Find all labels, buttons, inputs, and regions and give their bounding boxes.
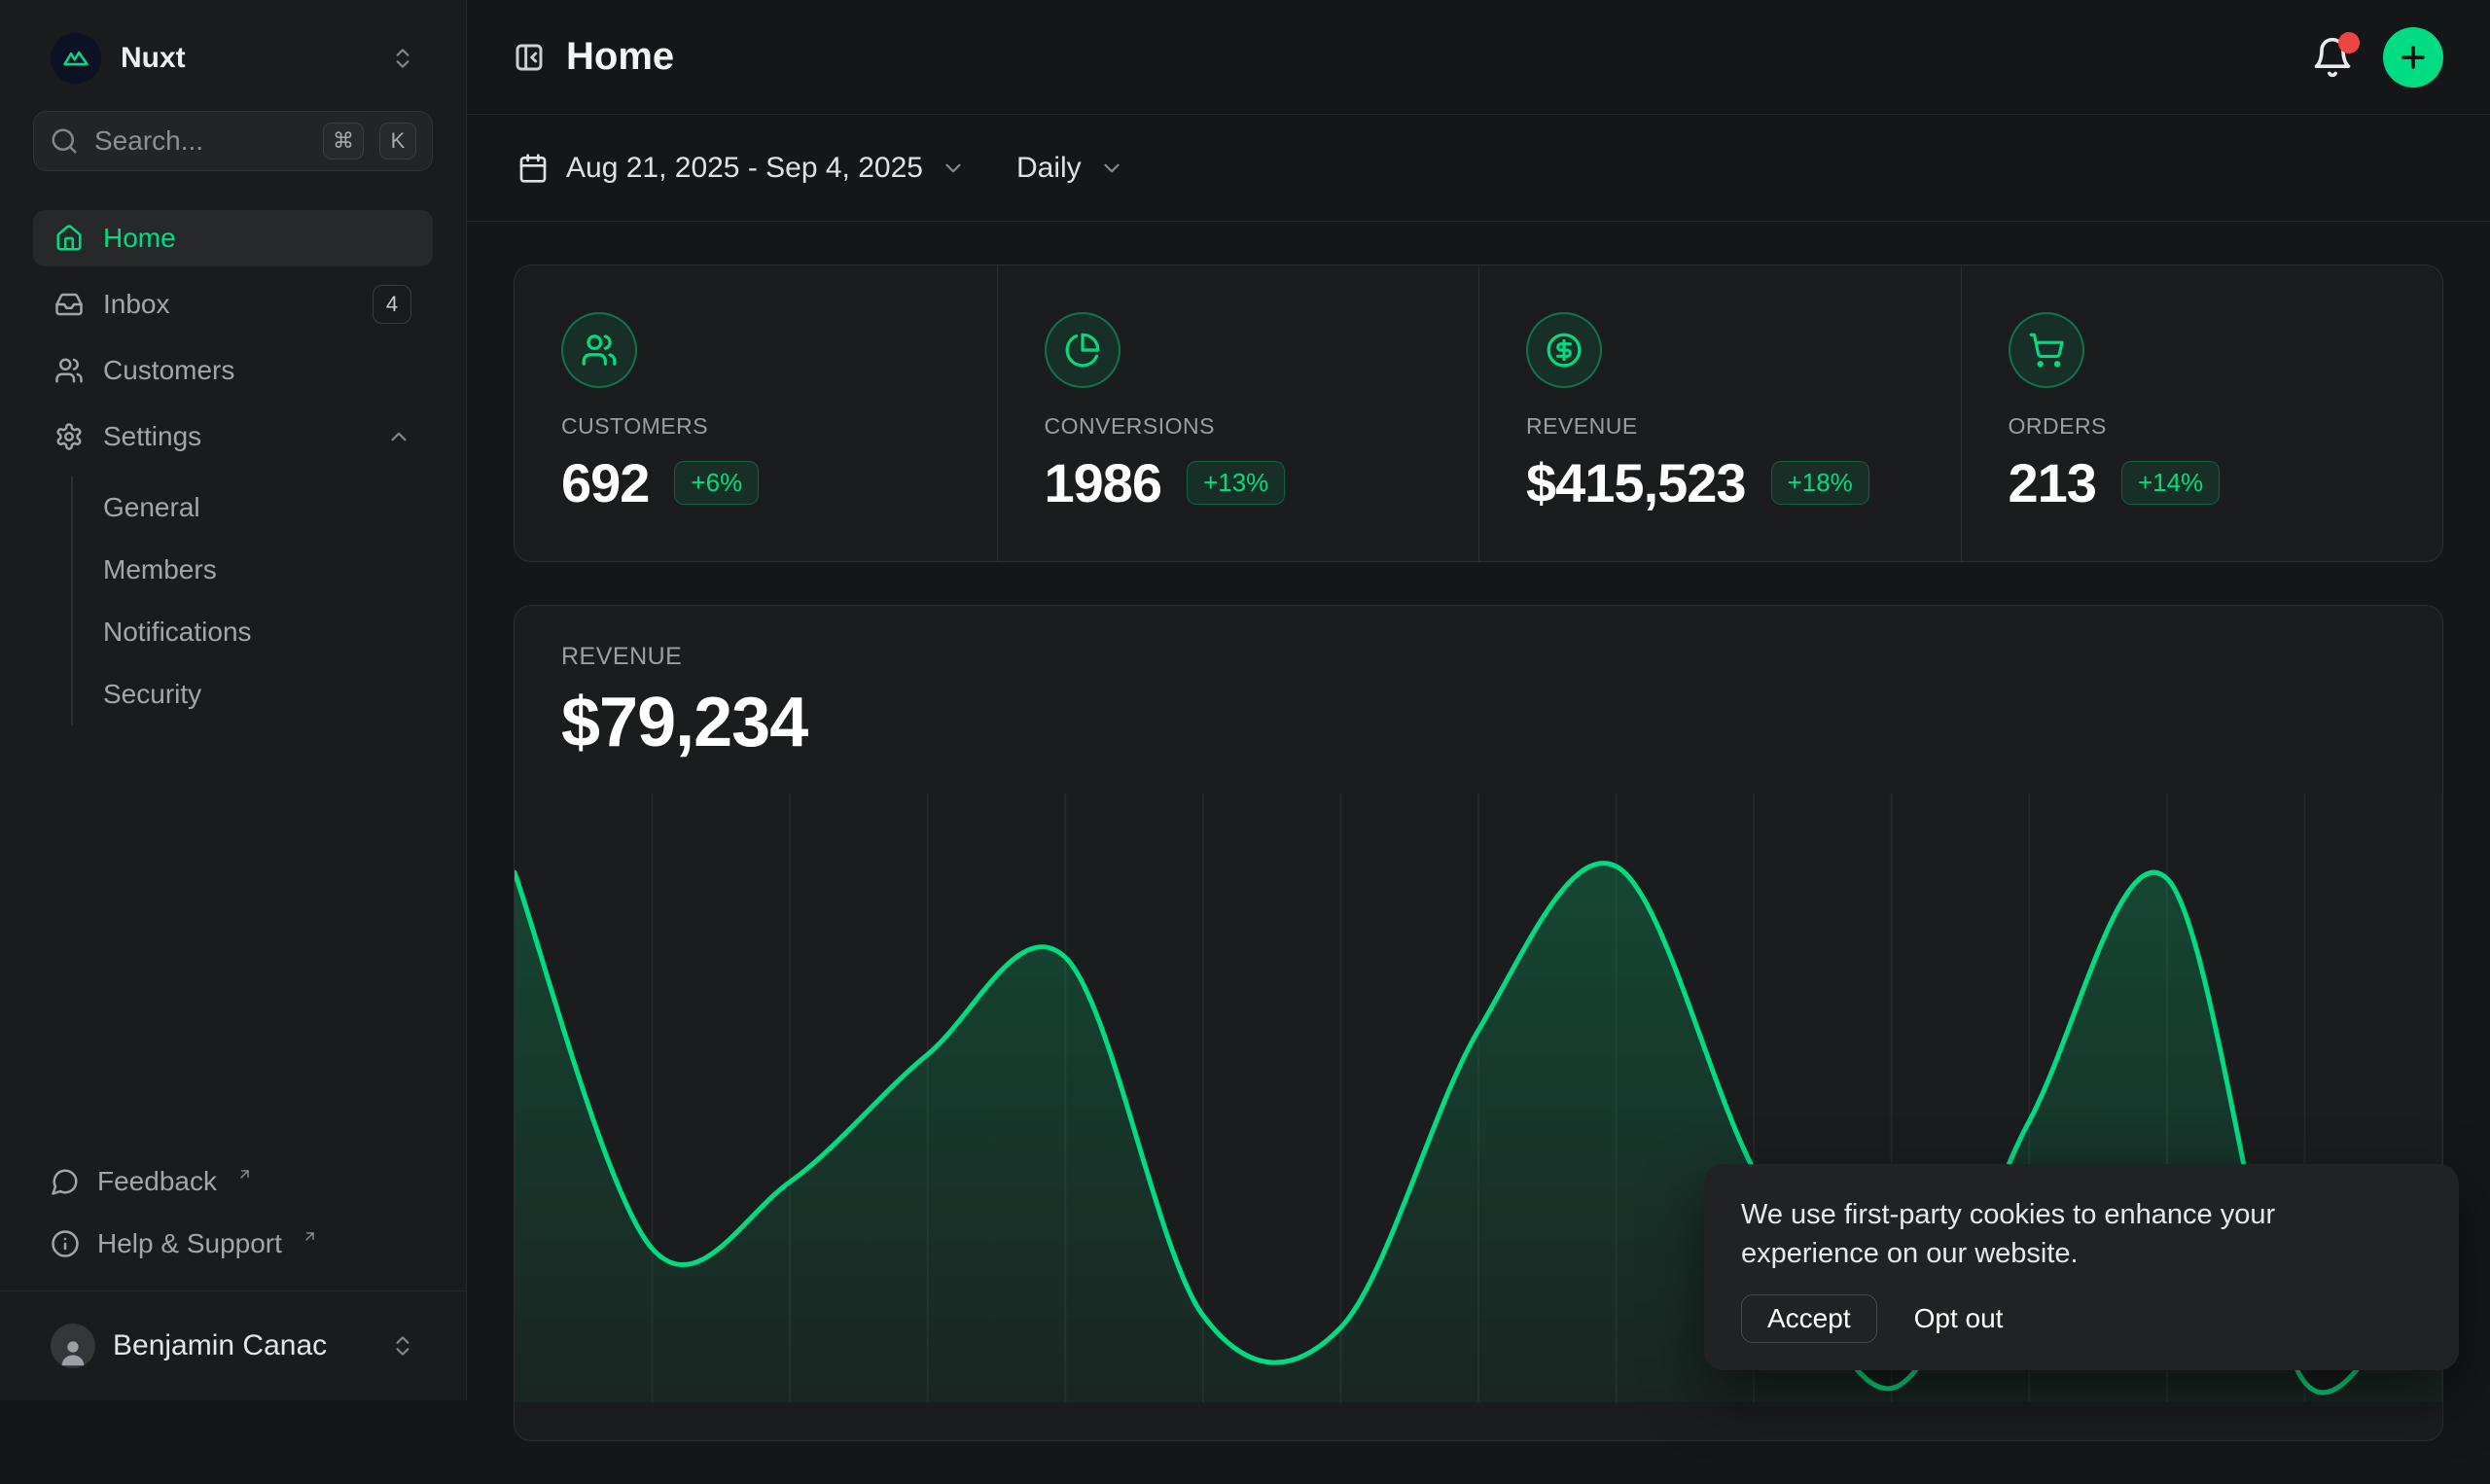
revenue-value: $79,234 <box>561 683 2396 762</box>
user-menu[interactable]: Benjamin Canac <box>33 1299 433 1393</box>
sidebar-item-label: Home <box>103 223 411 254</box>
chevrons-up-down-icon <box>390 46 415 71</box>
workspace-switcher[interactable]: Nuxt <box>33 27 433 89</box>
stat-revenue[interactable]: REVENUE $415,523 +18% <box>1478 265 1961 561</box>
sidebar: Nuxt Search... ⌘ K Home Inbox 4 <box>0 0 467 1400</box>
chevron-down-icon <box>1099 156 1124 181</box>
sidebar-item-security[interactable]: Security <box>103 663 433 725</box>
chevron-up-icon <box>386 424 411 449</box>
collapse-sidebar-icon[interactable] <box>514 42 545 73</box>
stat-delta-badge: +14% <box>2121 461 2220 505</box>
search-placeholder: Search... <box>94 125 307 157</box>
stat-delta-badge: +13% <box>1187 461 1285 505</box>
feedback-label: Feedback <box>97 1166 217 1197</box>
sidebar-item-notifications[interactable]: Notifications <box>103 601 433 663</box>
help-support-label: Help & Support <box>97 1228 282 1259</box>
arrow-up-right-icon <box>236 1166 253 1183</box>
gear-icon <box>54 422 84 451</box>
stat-value: 1986 <box>1045 451 1162 514</box>
stat-value: 213 <box>2009 451 2096 514</box>
sidebar-item-home[interactable]: Home <box>33 210 433 266</box>
info-circle-icon <box>51 1229 80 1258</box>
sidebar-item-settings[interactable]: Settings <box>33 408 433 465</box>
topbar: Home <box>467 0 2490 115</box>
sidebar-item-members[interactable]: Members <box>103 539 433 601</box>
stats-card: CUSTOMERS 692 +6% CONVERSIONS 1986 +13% <box>514 265 2443 562</box>
inbox-icon <box>54 290 84 319</box>
stat-label: CONVERSIONS <box>1045 413 1433 440</box>
stat-value: $415,523 <box>1526 451 1746 514</box>
notifications-button[interactable] <box>2311 36 2354 79</box>
chevrons-up-down-icon <box>390 1333 415 1359</box>
cookie-banner: We use first-party cookies to enhance yo… <box>1704 1164 2459 1370</box>
help-support-link[interactable]: Help & Support <box>33 1215 433 1273</box>
avatar <box>51 1324 95 1368</box>
search-input[interactable]: Search... ⌘ K <box>33 111 433 171</box>
opt-out-button[interactable]: Opt out <box>1914 1303 2004 1334</box>
sidebar-footer: Feedback Help & Support Benjamin Canac <box>33 1152 433 1400</box>
home-icon <box>54 224 84 253</box>
nuxt-logo-icon <box>51 33 101 84</box>
chevron-down-icon <box>941 156 966 181</box>
filter-bar: Aug 21, 2025 - Sep 4, 2025 Daily <box>467 115 2490 222</box>
calendar-icon <box>517 153 549 184</box>
stat-label: CUSTOMERS <box>561 413 950 440</box>
sidebar-nav: Home Inbox 4 Customers Settings Genera <box>33 210 433 725</box>
user-name: Benjamin Canac <box>113 1329 373 1362</box>
search-icon <box>50 126 79 156</box>
add-button[interactable] <box>2383 27 2443 88</box>
divider <box>0 1290 466 1291</box>
sidebar-item-label: Inbox <box>103 289 353 320</box>
shopping-cart-icon <box>2009 312 2084 388</box>
sidebar-item-label: Settings <box>103 421 367 452</box>
stat-delta-badge: +18% <box>1771 461 1869 505</box>
settings-children: General Members Notifications Security <box>71 477 433 725</box>
pie-chart-icon <box>1045 312 1120 388</box>
arrow-up-right-icon <box>302 1228 318 1245</box>
inbox-count-badge: 4 <box>373 285 411 324</box>
kbd-k: K <box>379 123 416 159</box>
stat-delta-badge: +6% <box>674 461 759 505</box>
sidebar-item-general[interactable]: General <box>103 477 433 539</box>
granularity-select[interactable]: Daily <box>991 133 1150 203</box>
sidebar-item-inbox[interactable]: Inbox 4 <box>33 276 433 333</box>
sidebar-item-label: Customers <box>103 355 411 386</box>
circle-dollar-icon <box>1526 312 1602 388</box>
revenue-label: REVENUE <box>561 643 2396 671</box>
stat-orders[interactable]: ORDERS 213 +14% <box>1961 265 2443 561</box>
kbd-cmd: ⌘ <box>323 123 364 159</box>
page-title: Home <box>566 35 674 79</box>
stat-label: REVENUE <box>1526 413 1914 440</box>
workspace-name: Nuxt <box>121 42 371 75</box>
stat-conversions[interactable]: CONVERSIONS 1986 +13% <box>997 265 1479 561</box>
granularity-value: Daily <box>1016 152 1082 185</box>
users-icon <box>561 312 637 388</box>
feedback-link[interactable]: Feedback <box>33 1152 433 1211</box>
accept-button[interactable]: Accept <box>1741 1294 1877 1343</box>
users-icon <box>54 356 84 385</box>
date-range-value: Aug 21, 2025 - Sep 4, 2025 <box>566 152 923 185</box>
stat-label: ORDERS <box>2009 413 2397 440</box>
date-range-picker[interactable]: Aug 21, 2025 - Sep 4, 2025 <box>492 133 991 203</box>
stat-value: 692 <box>561 451 649 514</box>
sidebar-item-customers[interactable]: Customers <box>33 342 433 399</box>
notification-dot <box>2338 32 2360 53</box>
stat-customers[interactable]: CUSTOMERS 692 +6% <box>515 265 997 561</box>
message-circle-icon <box>51 1167 80 1196</box>
cookie-message: We use first-party cookies to enhance yo… <box>1741 1195 2383 1273</box>
